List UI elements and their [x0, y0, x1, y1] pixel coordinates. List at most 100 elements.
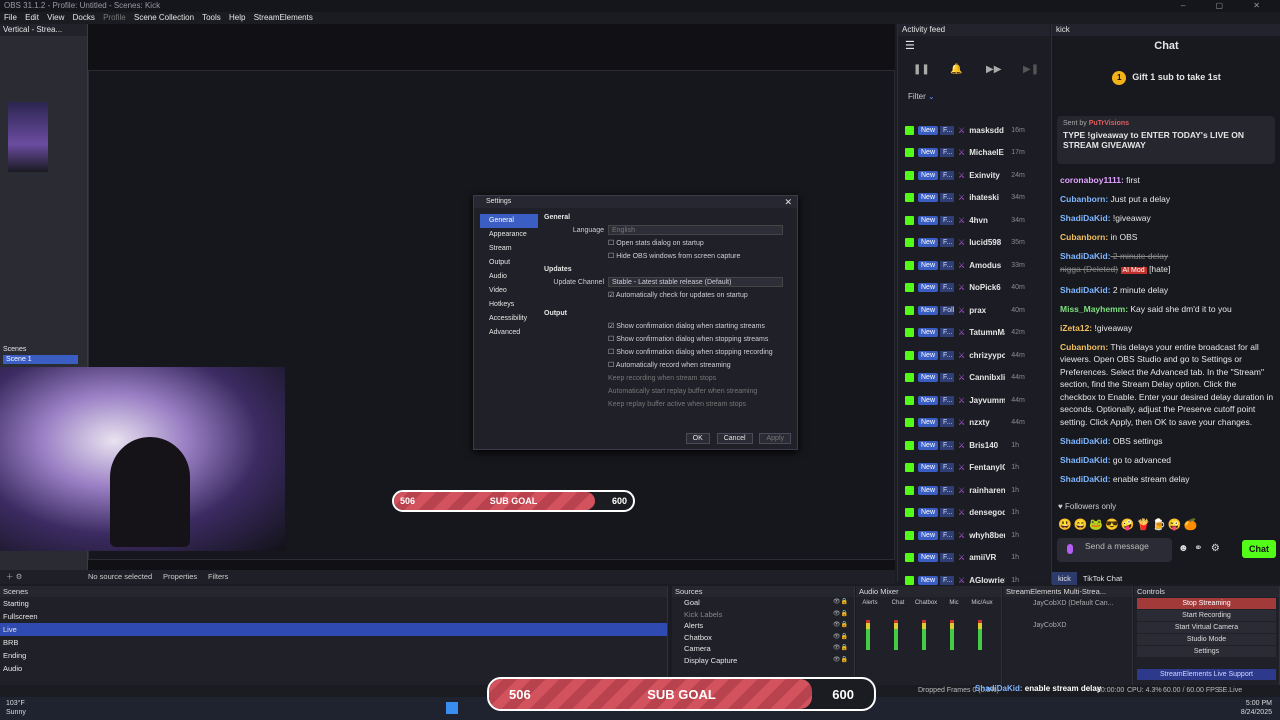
settings-nav-audio[interactable]: Audio: [480, 270, 538, 284]
scene-item[interactable]: Starting: [0, 597, 667, 610]
output-opt-6[interactable]: Automatically start replay buffer when s…: [544, 385, 792, 398]
settings-nav-general[interactable]: General: [480, 214, 538, 228]
cancel-button[interactable]: Cancel: [716, 433, 753, 444]
emote-row[interactable]: 😃😄🐸😎🤪🍟🍺😜🍊: [1058, 518, 1199, 531]
add-scene-icon[interactable]: ＋ ⚙: [6, 570, 22, 584]
feed-row[interactable]: NewFoll...⚔prax 40m: [898, 299, 1048, 322]
chat-send-button[interactable]: Chat: [1242, 540, 1276, 558]
start-recording-button[interactable]: Start Recording: [1137, 610, 1276, 621]
source-item[interactable]: Goal 👁🔒: [672, 597, 854, 609]
filters-button[interactable]: Filters: [208, 570, 228, 584]
feed-row[interactable]: New F... ⚔ Amodus 33m: [898, 254, 1048, 277]
feed-row[interactable]: New F... ⚔ FentanylG 1h: [898, 457, 1048, 480]
source-item[interactable]: Kick Labels 👁🔒: [672, 609, 854, 621]
eye-icon[interactable]: 👁🔒: [833, 620, 848, 632]
windows-start-icon[interactable]: [446, 702, 458, 714]
weather-widget[interactable]: 103°F Sunny: [6, 699, 26, 717]
system-clock[interactable]: 5:00 PM 8/24/2025: [1241, 699, 1272, 717]
volume-meter[interactable]: [894, 620, 898, 650]
chat-username[interactable]: ShadiDaKid:: [1060, 474, 1111, 484]
hamburger-icon[interactable]: ☰: [905, 39, 915, 52]
menu-help[interactable]: Help: [229, 13, 245, 22]
settings-nav-accessibility[interactable]: Accessibility: [480, 312, 538, 326]
chat-username[interactable]: coronaboy1111:: [1060, 175, 1124, 185]
link-icon[interactable]: ⚭: [1194, 543, 1202, 554]
menu-streamelements[interactable]: StreamElements: [254, 13, 313, 22]
multistream-row[interactable]: [1003, 641, 1132, 663]
feed-row[interactable]: NewF...⚔Cannibxlis 44m: [898, 367, 1048, 390]
scene-item[interactable]: BRB: [0, 636, 667, 649]
opt-stats[interactable]: ☐ Open stats dialog on startup: [544, 237, 792, 250]
window-controls[interactable]: – ▢ ✕: [1181, 0, 1274, 12]
feed-row[interactable]: New F... ⚔ MichaelE 17m: [898, 142, 1048, 165]
skip-icon[interactable]: ▶▶: [986, 64, 1001, 75]
chat-username[interactable]: ShadiDaKid:: [1060, 455, 1111, 465]
eye-icon[interactable]: 👁🔒: [833, 655, 848, 667]
start-virtual-camera-button[interactable]: Start Virtual Camera: [1137, 622, 1276, 633]
feed-filter[interactable]: Filter ⌄: [908, 92, 935, 101]
settings-nav-hotkeys[interactable]: Hotkeys: [480, 298, 538, 312]
studio-mode-button[interactable]: Studio Mode: [1137, 634, 1276, 645]
menu-docks[interactable]: Docks: [73, 13, 95, 22]
source-item[interactable]: Alerts 👁🔒: [672, 620, 854, 632]
volume-meter[interactable]: [922, 620, 926, 650]
multistream-row[interactable]: JayCobXD (Default Can...: [1003, 597, 1132, 619]
eye-icon[interactable]: 👁🔒: [833, 597, 848, 609]
settings-nav-output[interactable]: Output: [480, 256, 538, 270]
output-opt-5[interactable]: Keep recording when stream stops: [544, 372, 792, 385]
multistream-row[interactable]: JayCobXD: [1003, 619, 1132, 641]
bell-icon[interactable]: 🔔: [950, 64, 962, 75]
tab-kick[interactable]: kick: [1052, 572, 1077, 585]
volume-meter[interactable]: [866, 620, 870, 650]
chat-username[interactable]: ShadiDaKid:: [1060, 436, 1111, 446]
volume-meter[interactable]: [950, 620, 954, 650]
gift-sub-banner[interactable]: 1 Gift 1 sub to take 1st: [1052, 71, 1280, 85]
settings-nav-appearance[interactable]: Appearance: [480, 228, 538, 242]
source-item[interactable]: Camera 👁🔒: [672, 643, 854, 655]
opt-hide[interactable]: ☐ Hide OBS windows from screen capture: [544, 250, 792, 263]
eye-icon[interactable]: 👁🔒: [833, 643, 848, 655]
scene-item[interactable]: Audio: [0, 662, 667, 675]
menu-scene-collection[interactable]: Scene Collection: [134, 13, 194, 22]
pause-icon[interactable]: ❚❚: [913, 64, 930, 75]
apply-button[interactable]: Apply: [759, 433, 791, 444]
output-opt-3[interactable]: ☐ Show confirmation dialog when stopping…: [544, 346, 792, 359]
eye-icon[interactable]: 👁🔒: [833, 632, 848, 644]
output-opt-7[interactable]: Keep replay buffer active when stream st…: [544, 398, 792, 411]
feed-row[interactable]: New F... ⚔ Jayvumm 44m: [898, 389, 1048, 412]
settings-nav-video[interactable]: Video: [480, 284, 538, 298]
feed-row[interactable]: New F... ⚔ ihateski 34m: [898, 187, 1048, 210]
feed-row[interactable]: New F... ⚔ NoPick6 40m: [898, 277, 1048, 300]
opt-auto-update[interactable]: ☑ Automatically check for updates on sta…: [544, 289, 792, 302]
chat-username[interactable]: Cubanborn:: [1060, 232, 1108, 242]
feed-row[interactable]: New F... ⚔ whyh8beu 1h: [898, 524, 1048, 547]
close-icon[interactable]: ✕: [784, 196, 792, 208]
volume-meter[interactable]: [978, 620, 982, 650]
chat-username[interactable]: Cubanborn:: [1060, 342, 1108, 352]
feed-row[interactable]: New F... ⚔ TatumnMa 42m: [898, 322, 1048, 345]
feed-row[interactable]: New F... ⚔ lucid598 35m: [898, 232, 1048, 255]
feed-row[interactable]: New F... ⚔ nzxty 44m: [898, 412, 1048, 435]
scene-item-selected[interactable]: Live: [0, 623, 667, 636]
feed-row[interactable]: New F... ⚔ rainharenr 1h: [898, 479, 1048, 502]
source-item[interactable]: Chatbox 👁🔒: [672, 632, 854, 644]
language-select[interactable]: English: [608, 225, 783, 236]
menu-view[interactable]: View: [47, 13, 64, 22]
gear-icon[interactable]: ⚙: [1211, 543, 1220, 554]
feed-row[interactable]: New F... ⚔ densegod 1h: [898, 502, 1048, 525]
feed-row[interactable]: New F... ⚔ masksdd 16m: [898, 119, 1048, 142]
feed-row[interactable]: New F... ⚔ Exinvity 24m: [898, 164, 1048, 187]
update-channel-select[interactable]: Stable - Latest stable release (Default): [608, 277, 783, 288]
settings-button[interactable]: Settings: [1137, 646, 1276, 657]
settings-nav-stream[interactable]: Stream: [480, 242, 538, 256]
chat-username[interactable]: Miss_Mayhemm:: [1060, 304, 1128, 314]
scene-item[interactable]: Ending: [0, 649, 667, 662]
ok-button[interactable]: OK: [685, 433, 710, 444]
settings-nav-advanced[interactable]: Advanced: [480, 326, 538, 340]
properties-button[interactable]: Properties: [163, 570, 197, 584]
chat-username[interactable]: iZeta12:: [1060, 323, 1092, 333]
feed-row[interactable]: New F... ⚔ chrizyypo 44m: [898, 344, 1048, 367]
skip-end-icon[interactable]: ▶❚: [1023, 64, 1039, 75]
stop-streaming-button[interactable]: Stop Streaming: [1137, 598, 1276, 609]
send-message-input[interactable]: Send a message: [1057, 538, 1172, 562]
